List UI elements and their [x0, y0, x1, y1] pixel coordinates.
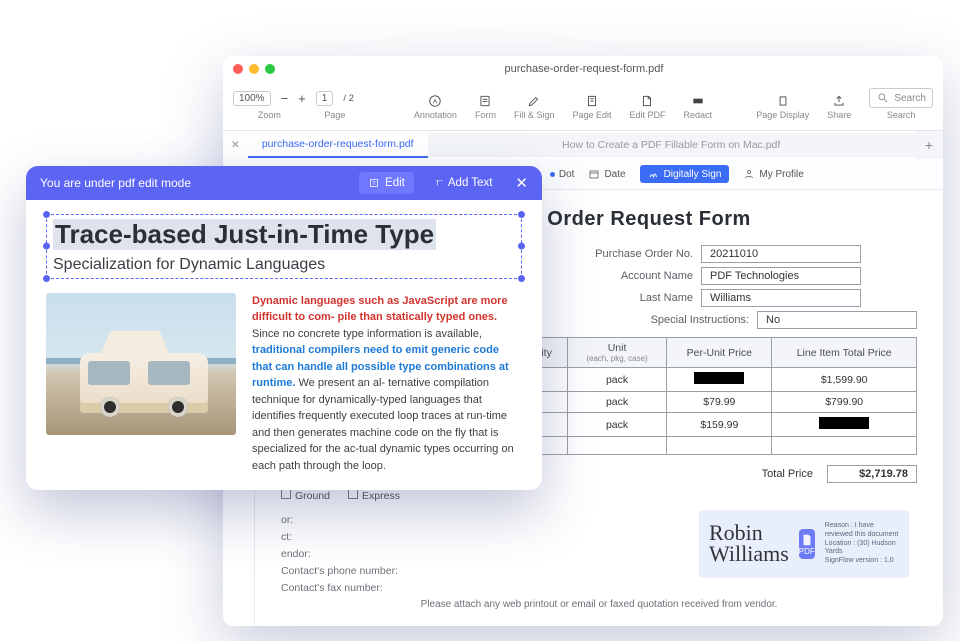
zoom-in-button[interactable]: +: [298, 91, 306, 106]
resize-handle[interactable]: [43, 243, 50, 250]
resize-handle[interactable]: [43, 275, 50, 282]
page-edit-icon: [585, 94, 599, 108]
resize-handle[interactable]: [518, 275, 525, 282]
calendar-icon: [588, 168, 600, 180]
tab-background[interactable]: How to Create a PDF Fillable Form on Mac…: [428, 133, 915, 157]
article-content: Dynamic languages such as JavaScript are…: [46, 293, 522, 475]
document-tabs: ✕ purchase-order-request-form.pdf How to…: [223, 131, 943, 159]
date-tool[interactable]: Date: [588, 168, 625, 180]
dot-tool[interactable]: Dot: [550, 169, 575, 180]
titlebar: purchase-order-request-form.pdf: [223, 56, 943, 82]
text-edit-icon: T: [368, 177, 380, 189]
annotation-tool[interactable]: A Annotation: [414, 86, 457, 120]
po-no-value[interactable]: 20211010: [701, 245, 861, 263]
para-red: Dynamic languages such as JavaScript are…: [252, 295, 508, 324]
share-icon: [832, 94, 846, 108]
pen-icon: [527, 94, 541, 108]
close-popup-button[interactable]: ✕: [515, 174, 528, 192]
page-label: Page: [324, 110, 345, 120]
redact-bar: [694, 372, 744, 384]
ground-checkbox[interactable]: [281, 489, 291, 499]
popup-toolbar: You are under pdf edit mode T Edit T+ Ad…: [26, 166, 542, 200]
zoom-value[interactable]: 100%: [233, 91, 271, 106]
special-value[interactable]: No: [757, 311, 917, 329]
popup-body: Trace-based Just-in-Time Type Specializa…: [26, 200, 542, 491]
last-value[interactable]: Williams: [701, 289, 861, 307]
total-label: Total Price: [762, 468, 813, 480]
maximize-dot-icon[interactable]: [265, 64, 275, 74]
my-profile-button[interactable]: My Profile: [743, 168, 803, 180]
sign-icon: [648, 168, 660, 180]
page-display-tool[interactable]: Page Display: [756, 86, 809, 120]
annotation-icon: A: [428, 94, 442, 108]
account-value[interactable]: PDF Technologies: [701, 267, 861, 285]
main-toolbar: 100% − + Zoom 1 / 2 Page A Annotation Fo…: [223, 82, 943, 131]
edit-pdf-icon: [640, 94, 654, 108]
redact-tool[interactable]: Redact: [684, 86, 713, 120]
digital-signature-card[interactable]: Robin Williams PDF Reason : I have revie…: [699, 510, 909, 578]
tab-active[interactable]: purchase-order-request-form.pdf: [248, 132, 428, 158]
add-text-button[interactable]: T+ Add Text: [422, 172, 502, 194]
total-value: $2,719.78: [827, 465, 917, 483]
svg-text:T: T: [372, 181, 376, 187]
edit-button[interactable]: T Edit: [359, 172, 414, 194]
edit-pdf-tool[interactable]: Edit PDF: [629, 86, 665, 120]
sig-name-2: Williams: [709, 544, 789, 565]
resize-handle[interactable]: [518, 243, 525, 250]
search-input[interactable]: Search: [869, 88, 933, 108]
redact-bar: [819, 417, 869, 429]
selected-text-box[interactable]: Trace-based Just-in-Time Type Specializa…: [46, 214, 522, 279]
article-subtitle[interactable]: Specialization for Dynamic Languages: [53, 256, 515, 274]
article-title[interactable]: Trace-based Just-in-Time Type: [53, 219, 436, 250]
redact-icon: [691, 94, 705, 108]
svg-text:+: +: [440, 178, 443, 183]
pdf-badge-icon: PDF: [799, 529, 815, 559]
form-tool[interactable]: Form: [475, 86, 496, 120]
page-group: 1 / 2 Page: [316, 86, 354, 120]
window-title: purchase-order-request-form.pdf: [281, 63, 887, 75]
search-group: Search Search: [869, 86, 933, 120]
fill-sign-tool[interactable]: Fill & Sign: [514, 86, 555, 120]
dot-icon: [550, 172, 555, 177]
share-tool[interactable]: Share: [827, 86, 851, 120]
profile-icon: [743, 168, 755, 180]
page-total: / 2: [343, 93, 354, 104]
th-unit: Unit(each, pkg, case): [567, 338, 667, 368]
form-icon: [478, 94, 492, 108]
th-total: Line Item Total Price: [772, 338, 917, 368]
zoom-label: Zoom: [258, 110, 281, 120]
add-text-icon: T+: [431, 177, 443, 189]
svg-text:A: A: [433, 98, 438, 105]
van-illustration: [80, 353, 208, 413]
th-perunit: Per-Unit Price: [667, 338, 772, 368]
zoom-out-button[interactable]: −: [281, 91, 289, 106]
digitally-sign-button[interactable]: Digitally Sign: [640, 165, 730, 183]
article-paragraph[interactable]: Dynamic languages such as JavaScript are…: [252, 293, 522, 475]
page-edit-tool[interactable]: Page Edit: [572, 86, 611, 120]
sig-metadata: Reason : I have reviewed this document L…: [825, 522, 899, 566]
express-checkbox[interactable]: [348, 489, 358, 499]
search-icon: [876, 91, 890, 105]
close-dot-icon[interactable]: [233, 64, 243, 74]
page-number-input[interactable]: 1: [316, 91, 334, 106]
article-image: [46, 293, 236, 435]
tab-close[interactable]: ✕: [223, 133, 248, 157]
zoom-group: 100% − + Zoom: [233, 86, 306, 120]
page-display-icon: [776, 94, 790, 108]
minimize-dot-icon[interactable]: [249, 64, 259, 74]
attachment-note: Please attach any web printout or email …: [255, 599, 943, 610]
edit-mode-message: You are under pdf edit mode: [40, 176, 351, 190]
tab-add-button[interactable]: +: [915, 131, 943, 159]
edit-mode-popup: You are under pdf edit mode T Edit T+ Ad…: [26, 166, 542, 490]
shipping-method-row: Ground Express: [281, 489, 917, 502]
